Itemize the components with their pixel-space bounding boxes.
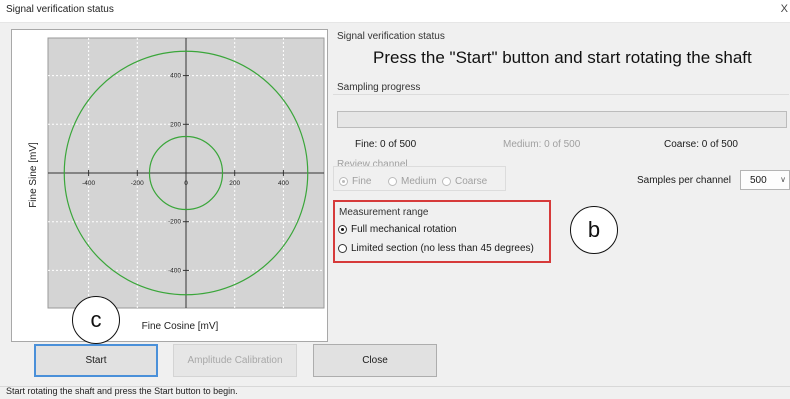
y-tick-label: 200	[170, 121, 181, 128]
sampling-progress-bar	[337, 111, 787, 128]
samples-per-channel-label: Samples per channel	[637, 175, 731, 186]
review-fine-radio[interactable]: Fine	[339, 176, 371, 187]
callout-b: b	[570, 206, 618, 254]
window-title-bar: Signal verification status X	[0, 0, 790, 23]
y-tick-label: -200	[168, 219, 181, 226]
x-axis-label: Fine Cosine [mV]	[142, 321, 219, 332]
review-medium-radio[interactable]: Medium	[388, 176, 437, 187]
x-tick-label: 200	[229, 180, 240, 187]
start-button[interactable]: Start	[34, 344, 158, 377]
x-tick-label: 400	[278, 180, 289, 187]
signal-plot-svg: -400 -200 0 200 400 400 200 -200 -400 Fine Sine …	[28, 37, 325, 332]
limited-section-radio[interactable]: Limited section (no less than 45 degrees…	[338, 243, 534, 254]
x-tick-label: -200	[131, 180, 144, 187]
amplitude-calibration-button[interactable]: Amplitude Calibration	[173, 344, 297, 377]
coarse-count: Coarse: 0 of 500	[664, 139, 738, 150]
close-window-icon[interactable]: X	[781, 3, 788, 15]
instruction-message: Press the "Start" button and start rotat…	[373, 48, 752, 67]
window-title: Signal verification status	[6, 4, 114, 15]
limited-section-label: Limited section (no less than 45 degrees…	[351, 243, 534, 254]
status-bar-text: Start rotating the shaft and press the S…	[6, 386, 238, 396]
status-group-label: Signal verification status	[337, 31, 445, 42]
limited-section-radio-dot	[338, 244, 347, 253]
full-rotation-radio[interactable]: Full mechanical rotation	[338, 224, 457, 235]
full-rotation-radio-dot	[338, 225, 347, 234]
callout-c: c	[72, 296, 120, 344]
samples-per-channel-value: 500	[750, 175, 767, 186]
review-medium-radio-dot	[388, 177, 397, 186]
x-tick-label: 0	[184, 180, 188, 187]
medium-count: Medium: 0 of 500	[503, 139, 581, 150]
close-button[interactable]: Close	[313, 344, 437, 377]
y-tick-label: 400	[170, 73, 181, 80]
fine-count: Fine: 0 of 500	[355, 139, 417, 150]
review-coarse-label: Coarse	[455, 176, 488, 187]
sampling-divider	[333, 94, 789, 95]
full-rotation-label: Full mechanical rotation	[351, 224, 457, 235]
review-coarse-radio[interactable]: Coarse	[442, 176, 487, 187]
review-medium-label: Medium	[401, 176, 437, 187]
review-fine-radio-dot	[339, 177, 348, 186]
review-fine-label: Fine	[352, 176, 372, 187]
review-coarse-radio-dot	[442, 177, 451, 186]
y-axis-label: Fine Sine [mV]	[28, 142, 39, 208]
samples-per-channel-select[interactable]: 500 ∨	[740, 170, 790, 190]
y-tick-label: -400	[168, 267, 181, 274]
measurement-range-label: Measurement range	[339, 207, 429, 218]
sampling-progress-label: Sampling progress	[337, 82, 421, 93]
status-bar: Start rotating the shaft and press the S…	[0, 386, 790, 399]
chevron-down-icon: ∨	[780, 175, 786, 184]
signal-plot: -400 -200 0 200 400 400 200 -200 -400 Fine Sine …	[11, 29, 328, 342]
x-tick-label: -400	[82, 180, 95, 187]
